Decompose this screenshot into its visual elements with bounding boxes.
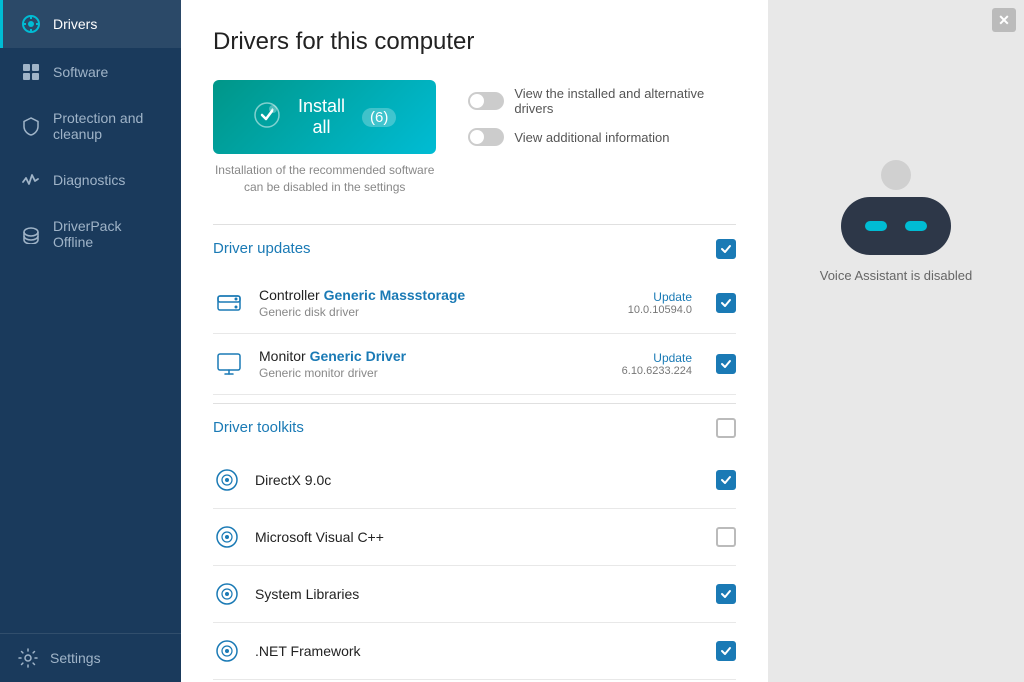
sidebar: Drivers Software Protection and cleanup … (0, 0, 181, 682)
vcpp-icon (213, 523, 241, 551)
sidebar-label-diagnostics: Diagnostics (53, 172, 125, 188)
robot-eye-left (865, 221, 887, 231)
toggle-installed-label: View the installed and alternative drive… (514, 86, 736, 116)
driver-info-monitor: Monitor Generic Driver Generic monitor d… (259, 348, 598, 380)
driver-row-monitor: Monitor Generic Driver Generic monitor d… (213, 334, 736, 395)
driver-toolkits-label: Driver toolkits (213, 419, 304, 436)
sidebar-item-protection[interactable]: Protection and cleanup (0, 96, 181, 156)
main-area: Drivers for this computer + Install all … (181, 0, 768, 682)
toolkit-name-dotnet: .NET Framework (255, 643, 702, 659)
toggle-row-additional: View additional information (468, 128, 736, 146)
driver-sub-monitor: Generic monitor driver (259, 366, 598, 380)
toolkit-checkbox-syslib[interactable] (716, 584, 736, 604)
sidebar-item-offline[interactable]: DriverPack Offline (0, 204, 181, 264)
driver-checkbox-monitor[interactable] (716, 354, 736, 374)
right-panel: ✕ Voice Assistant is disabled (768, 0, 1024, 682)
sidebar-item-software[interactable]: Software (0, 48, 181, 96)
install-btn-icon: + (253, 101, 281, 134)
meta-version-controller: 10.0.10594.0 (612, 304, 692, 316)
install-btn-count: (6) (362, 108, 396, 127)
voice-assistant-label: Voice Assistant is disabled (820, 267, 972, 285)
software-icon (21, 62, 41, 82)
protection-icon (21, 116, 41, 136)
monitor-highlight: Generic Driver (310, 348, 407, 364)
toolkit-checkbox-vcpp[interactable] (716, 527, 736, 547)
driver-name-controller: Controller Generic Massstorage (259, 287, 598, 303)
driver-name-monitor: Monitor Generic Driver (259, 348, 598, 364)
driver-meta-controller: Update 10.0.10594.0 (612, 290, 692, 316)
directx-icon (213, 466, 241, 494)
driver-toolkits-checkbox[interactable] (716, 418, 736, 438)
toolkit-row-vcpp: Microsoft Visual C++ (213, 509, 736, 566)
sidebar-label-protection: Protection and cleanup (53, 110, 163, 142)
meta-version-monitor: 6.10.6233.224 (612, 365, 692, 377)
svg-text:+: + (271, 108, 275, 114)
meta-label-monitor: Update (612, 351, 692, 365)
toggle-options: View the installed and alternative drive… (468, 80, 736, 146)
settings-label: Settings (50, 650, 101, 666)
sidebar-label-offline: DriverPack Offline (53, 218, 163, 250)
content-panel: Drivers for this computer + Install all … (181, 0, 768, 682)
toolkit-checkbox-directx[interactable] (716, 470, 736, 490)
toggle-row-installed: View the installed and alternative drive… (468, 86, 736, 116)
meta-label-controller: Update (612, 290, 692, 304)
driver-sub-controller: Generic disk driver (259, 305, 598, 319)
toggle-additional[interactable] (468, 128, 504, 146)
driver-toolkits-section-header: Driver toolkits (213, 403, 736, 452)
offline-icon (21, 224, 41, 244)
toolkit-name-directx: DirectX 9.0c (255, 472, 702, 488)
driver-row-controller: Controller Generic Massstorage Generic d… (213, 273, 736, 334)
toolkit-name-syslib: System Libraries (255, 586, 702, 602)
install-section: + Install all (6) Installation of the re… (213, 80, 736, 196)
page-title: Drivers for this computer (213, 28, 736, 56)
toggle-additional-label: View additional information (514, 130, 669, 145)
robot-container: Voice Assistant is disabled (820, 160, 972, 285)
robot-eye-right (905, 221, 927, 231)
monitor-icon (213, 348, 245, 380)
dotnet-icon (213, 637, 241, 665)
sidebar-item-drivers[interactable]: Drivers (0, 0, 181, 48)
sidebar-label-software: Software (53, 64, 108, 80)
driver-meta-monitor: Update 6.10.6233.224 (612, 351, 692, 377)
monitor-prefix: Monitor (259, 348, 310, 364)
toolkit-name-vcpp: Microsoft Visual C++ (255, 529, 702, 545)
sidebar-label-drivers: Drivers (53, 16, 97, 32)
toolkit-row-directx: DirectX 9.0c (213, 452, 736, 509)
diagnostics-icon (21, 170, 41, 190)
install-btn-label: Install all (291, 96, 352, 138)
storage-icon (213, 287, 245, 319)
driver-updates-label: Driver updates (213, 240, 311, 257)
robot-head (881, 160, 911, 190)
toolkit-row-dotnet: .NET Framework (213, 623, 736, 680)
settings-item[interactable]: Settings (0, 633, 181, 682)
toolkit-checkbox-dotnet[interactable] (716, 641, 736, 661)
sidebar-item-diagnostics[interactable]: Diagnostics (0, 156, 181, 204)
drivers-icon (21, 14, 41, 34)
driver-name-highlight: Generic Massstorage (324, 287, 466, 303)
syslib-icon (213, 580, 241, 608)
install-note: Installation of the recommended software… (215, 162, 435, 196)
install-btn-area: + Install all (6) Installation of the re… (213, 80, 436, 196)
install-all-button[interactable]: + Install all (6) (213, 80, 436, 154)
close-button[interactable]: ✕ (992, 8, 1016, 32)
driver-checkbox-controller[interactable] (716, 293, 736, 313)
driver-updates-checkbox[interactable] (716, 239, 736, 259)
settings-icon (18, 648, 38, 668)
driver-info-controller: Controller Generic Massstorage Generic d… (259, 287, 598, 319)
robot-body (841, 197, 951, 255)
driver-name-prefix: Controller (259, 287, 324, 303)
toggle-installed[interactable] (468, 92, 504, 110)
driver-updates-section-header: Driver updates (213, 224, 736, 273)
toolkit-row-syslib: System Libraries (213, 566, 736, 623)
